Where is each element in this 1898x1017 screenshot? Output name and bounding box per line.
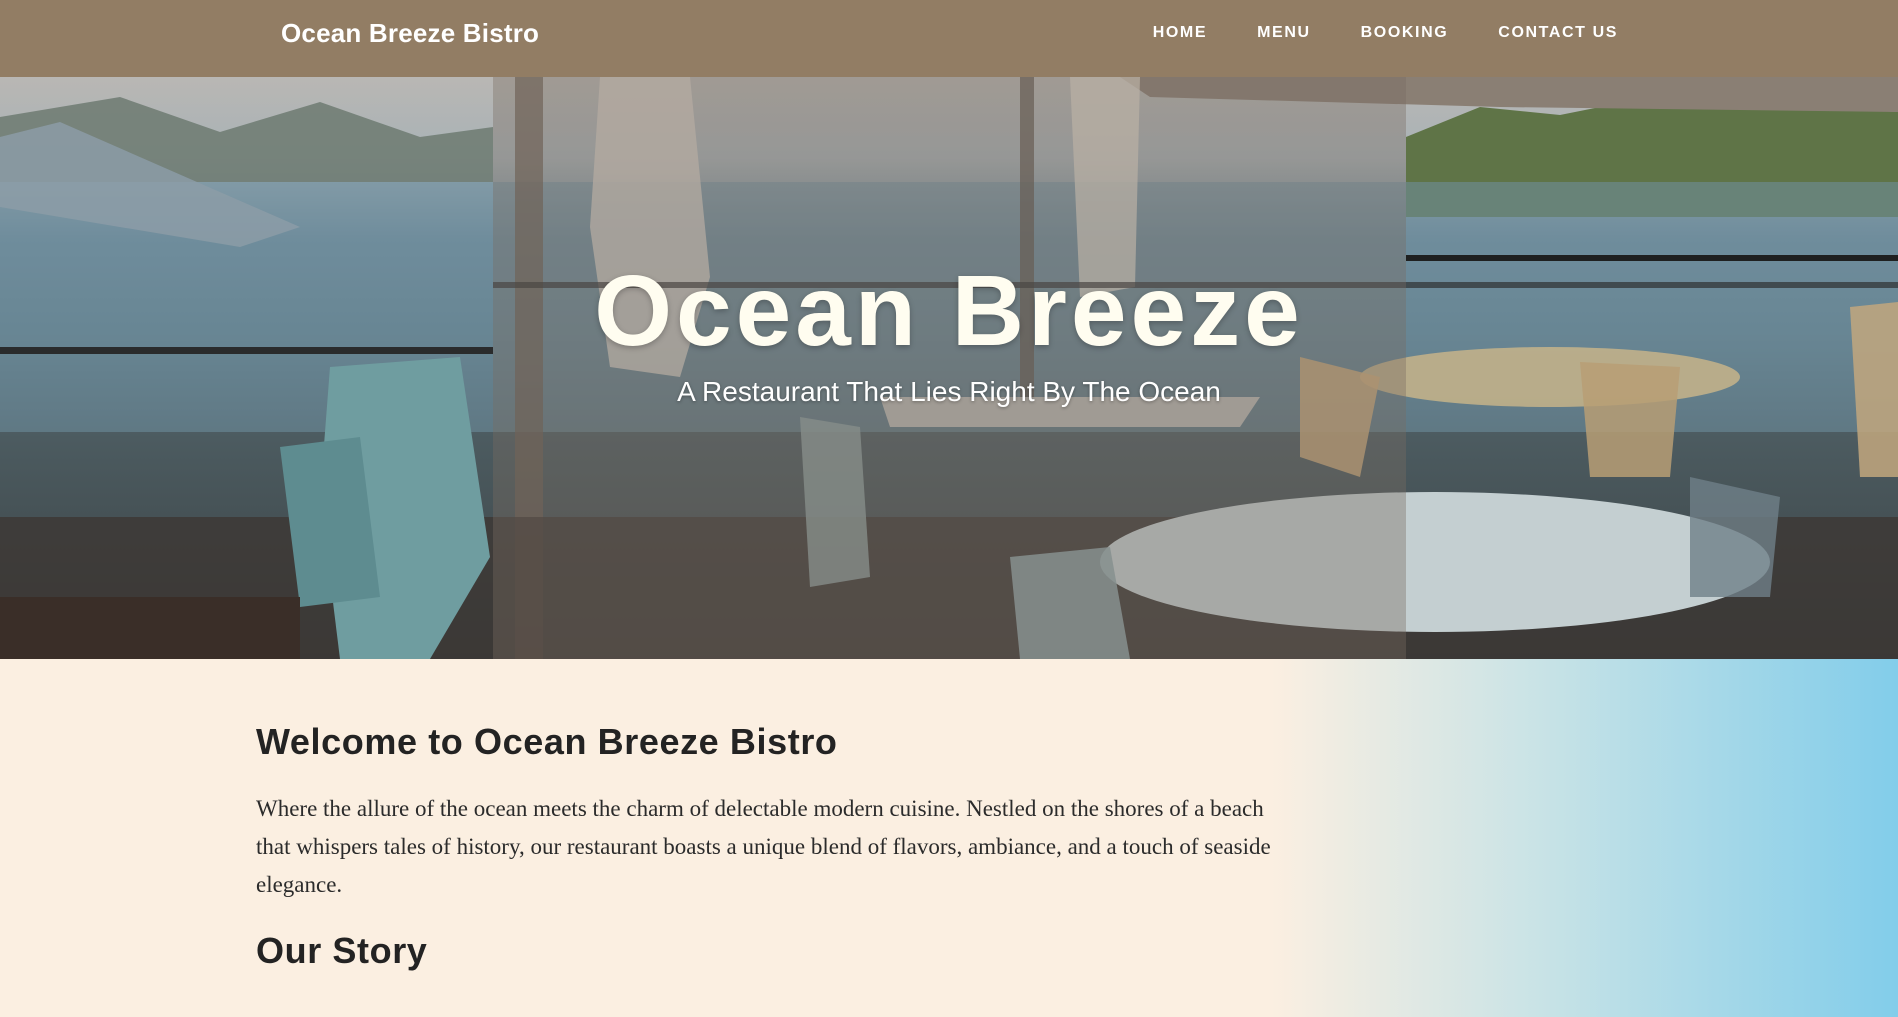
welcome-section: Welcome to Ocean Breeze Bistro Where the… bbox=[0, 659, 1898, 1017]
nav-item-contact: CONTACT US bbox=[1498, 24, 1618, 42]
nav-item-menu: MENU bbox=[1257, 24, 1311, 42]
brand-logo-link[interactable]: Ocean Breeze Bistro bbox=[281, 18, 539, 49]
nav-item-booking: BOOKING bbox=[1361, 24, 1449, 42]
welcome-content: Welcome to Ocean Breeze Bistro Where the… bbox=[256, 721, 1296, 972]
welcome-heading: Welcome to Ocean Breeze Bistro bbox=[256, 721, 838, 762]
top-navbar: Ocean Breeze Bistro HOME MENU BOOKING CO… bbox=[0, 0, 1898, 77]
our-story-heading: Our Story bbox=[256, 930, 428, 971]
hero-section: Ocean Breeze A Restaurant That Lies Righ… bbox=[0, 77, 1898, 659]
intro-paragraph: Where the allure of the ocean meets the … bbox=[256, 796, 1271, 897]
hero-title: Ocean Breeze bbox=[594, 255, 1304, 367]
nav-links: HOME MENU BOOKING CONTACT US bbox=[1153, 24, 1618, 42]
nav-link-menu[interactable]: MENU bbox=[1257, 24, 1311, 41]
hero-subtitle: A Restaurant That Lies Right By The Ocea… bbox=[677, 376, 1221, 407]
nav-link-home[interactable]: HOME bbox=[1153, 24, 1207, 41]
nav-item-home: HOME bbox=[1153, 24, 1207, 42]
nav-link-contact-us[interactable]: CONTACT US bbox=[1498, 24, 1618, 41]
nav-link-booking[interactable]: BOOKING bbox=[1361, 24, 1449, 41]
